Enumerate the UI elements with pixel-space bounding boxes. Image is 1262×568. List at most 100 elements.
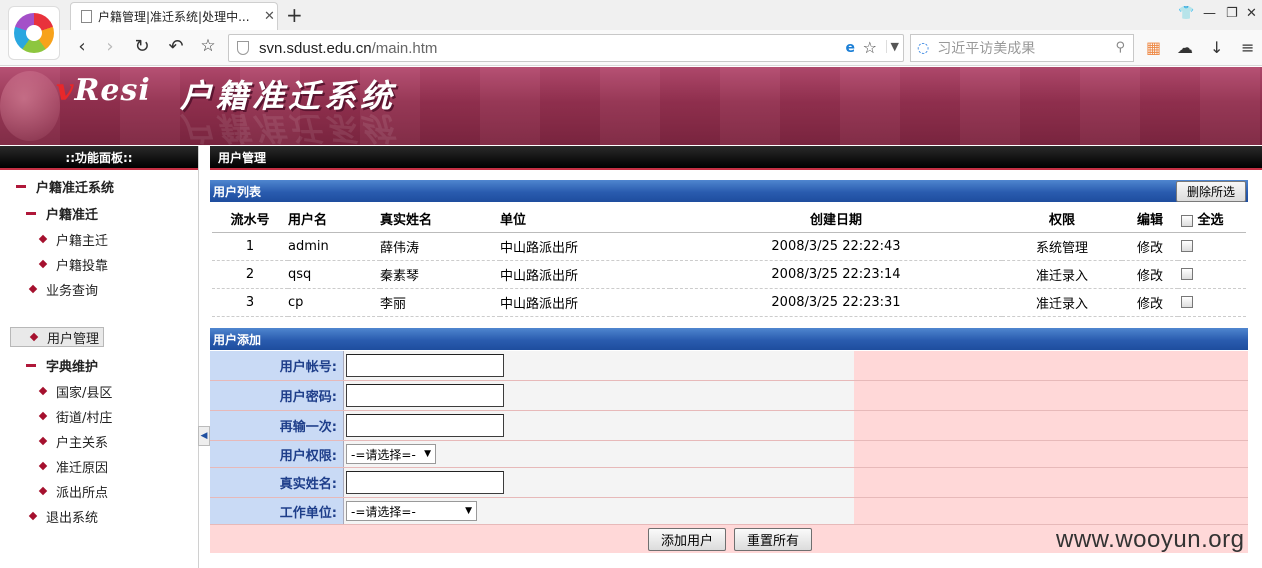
- form-row-account: 用户帐号:: [210, 351, 1248, 381]
- menu-icon[interactable]: ≡: [1241, 38, 1254, 57]
- address-bar[interactable]: svn.sdust.edu.cn/main.htm e ☆ ▼: [228, 34, 904, 62]
- password-input[interactable]: [346, 384, 504, 407]
- form-row-repeat: 再输一次:: [210, 411, 1248, 441]
- watermark: www.wooyun.org: [1056, 526, 1245, 553]
- nav-item-dictionary[interactable]: 字典维护: [26, 355, 98, 375]
- undo-icon[interactable]: ↶: [164, 36, 188, 57]
- realname-cell: [344, 468, 854, 497]
- nav-label: 户籍准迁: [46, 207, 99, 223]
- search-input[interactable]: 习近平访美成果: [937, 38, 1035, 58]
- search-icon[interactable]: ⚲: [1115, 40, 1125, 55]
- row-checkbox[interactable]: [1181, 268, 1193, 280]
- download-icon[interactable]: ↓: [1210, 38, 1223, 57]
- form-pink-fill: [854, 411, 1248, 440]
- browser-logo[interactable]: [8, 6, 60, 60]
- ie-compat-icon[interactable]: e: [846, 40, 856, 56]
- account-input[interactable]: [346, 354, 504, 377]
- cell-permission: 系统管理: [1002, 232, 1122, 261]
- edit-link[interactable]: 修改: [1122, 260, 1178, 289]
- nav-item-user-management[interactable]: 用户管理: [10, 327, 105, 347]
- nav-item-join-relative[interactable]: 户籍投靠: [38, 254, 108, 274]
- cell-unit: 中山路派出所: [500, 260, 670, 289]
- nav-item-business-query[interactable]: 业务查询: [28, 279, 99, 299]
- shirt-skin-icon[interactable]: 👕: [1178, 6, 1194, 21]
- search-box[interactable]: ◌ 习近平访美成果 ⚲: [910, 34, 1134, 62]
- cell-created: 2008/3/25 22:22:43: [670, 232, 1002, 261]
- diamond-bullet-icon: [29, 332, 39, 342]
- browser-logo-icon: [14, 13, 54, 53]
- collapse-dash-icon: [16, 184, 26, 188]
- favorite-star-icon[interactable]: ☆: [863, 38, 877, 57]
- nav-label: 业务查询: [46, 283, 99, 299]
- cell-username: cp: [288, 288, 380, 317]
- select-all-label: 全选: [1197, 213, 1224, 229]
- function-panel-header: ::功能面板::: [0, 146, 198, 170]
- unit-select[interactable]: -=请选择=- ▼: [346, 501, 477, 521]
- nav-item-logout[interactable]: 退出系统: [28, 506, 98, 526]
- edit-link[interactable]: 修改: [1122, 232, 1178, 261]
- main-content: 用户管理 用户列表 删除所选 流水号 用户名 真实姓名 单位 创建日期 权限 编…: [210, 146, 1262, 568]
- close-window-icon[interactable]: ✕: [1246, 6, 1257, 21]
- app-title-reflection: 户籍准迁系统: [180, 109, 397, 145]
- add-user-button[interactable]: 添加用户: [648, 528, 727, 551]
- nav-item-police-station[interactable]: 派出所点: [38, 481, 109, 501]
- cloud-icon[interactable]: ☁: [1177, 38, 1193, 57]
- cell-select: [1178, 288, 1246, 317]
- bookmark-star-icon[interactable]: ☆: [196, 36, 220, 56]
- diamond-bullet-icon: [38, 386, 48, 396]
- cell-no: 1: [212, 232, 288, 261]
- repeat-password-label: 再输一次:: [210, 411, 344, 440]
- browser-tab[interactable]: 户籍管理|准迁系统|处理中... ✕: [70, 2, 278, 30]
- edit-link[interactable]: 修改: [1122, 288, 1178, 317]
- cell-no: 3: [212, 288, 288, 317]
- delete-selected-button[interactable]: 删除所选: [1175, 181, 1246, 202]
- form-row-password: 用户密码:: [210, 381, 1248, 411]
- table-row: 3 cp 李丽 中山路派出所 2008/3/25 22:23:31 准迁录入 修…: [212, 288, 1246, 317]
- nav-label: 派出所点: [56, 485, 109, 501]
- select-all-checkbox[interactable]: [1181, 214, 1193, 227]
- back-icon[interactable]: ‹: [70, 36, 94, 57]
- chevron-down-icon: ▼: [424, 449, 431, 459]
- account-cell: [344, 351, 854, 380]
- diamond-bullet-icon: [38, 259, 48, 269]
- permission-selected: -=请选择=-: [351, 447, 416, 462]
- nav-item-country-county[interactable]: 国家/县区: [38, 381, 113, 401]
- reload-icon[interactable]: ↻: [130, 36, 154, 57]
- realname-input[interactable]: [346, 471, 504, 494]
- nav-item-migration[interactable]: 户籍准迁: [26, 203, 98, 223]
- diamond-bullet-icon: [38, 234, 48, 244]
- nav-label: 国家/县区: [56, 385, 113, 401]
- banner-decoration: [0, 71, 60, 141]
- nav-label: 户籍准迁系统: [36, 180, 115, 196]
- form-pink-fill: [854, 381, 1248, 410]
- permission-select[interactable]: -=请选择=- ▼: [346, 444, 436, 464]
- collapse-sidebar-button[interactable]: ◀: [198, 426, 210, 446]
- url-path: /main.htm: [371, 39, 438, 57]
- repeat-password-input[interactable]: [346, 414, 504, 437]
- nav-item-system[interactable]: 户籍准迁系统: [16, 176, 114, 196]
- collapse-dash-icon: [26, 363, 36, 367]
- url-host: svn.sdust.edu.cn: [259, 39, 372, 57]
- nav-label: 街道/村庄: [56, 410, 113, 426]
- forward-icon[interactable]: ›: [98, 36, 122, 57]
- nav-item-household-relation[interactable]: 户主关系: [38, 431, 108, 451]
- nav-item-street-village[interactable]: 街道/村庄: [38, 406, 113, 426]
- row-checkbox[interactable]: [1181, 296, 1193, 308]
- close-tab-icon[interactable]: ✕: [264, 9, 275, 24]
- new-tab-button[interactable]: +: [286, 3, 303, 27]
- nav-item-main-migration[interactable]: 户籍主迁: [38, 229, 108, 249]
- chevron-down-icon[interactable]: ▼: [885, 40, 899, 53]
- reset-all-button[interactable]: 重置所有: [734, 528, 813, 551]
- minimize-icon[interactable]: —: [1203, 6, 1216, 21]
- nav-item-migration-reason[interactable]: 准迁原因: [38, 456, 109, 476]
- apps-grid-icon[interactable]: ▦: [1146, 38, 1161, 57]
- unit-label: 工作单位:: [210, 498, 344, 524]
- row-checkbox[interactable]: [1181, 240, 1193, 252]
- maximize-icon[interactable]: ❐: [1226, 6, 1238, 21]
- cell-username: qsq: [288, 260, 380, 289]
- cell-select: [1178, 260, 1246, 289]
- diamond-bullet-icon: [38, 461, 48, 471]
- nav-label: 准迁原因: [56, 460, 109, 476]
- diamond-bullet-icon: [28, 284, 38, 294]
- page-title: 用户管理: [210, 146, 1262, 170]
